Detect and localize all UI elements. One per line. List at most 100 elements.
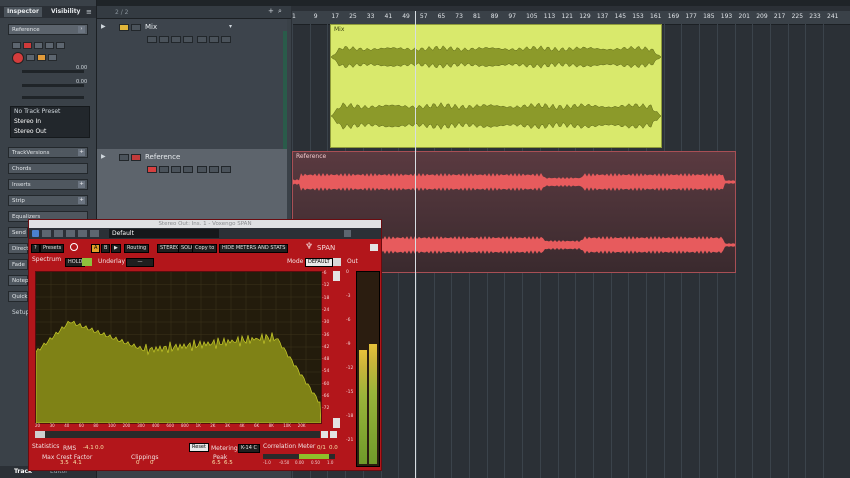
clippings-value-left: 0	[136, 460, 140, 466]
search-icon[interactable]: ⌕	[278, 7, 282, 16]
section-chords[interactable]: Chords	[8, 163, 88, 174]
link-button[interactable]	[183, 166, 193, 173]
spectrum-display[interactable]	[35, 271, 322, 424]
track-name[interactable]: Mix	[145, 23, 157, 31]
volume-slider[interactable]	[22, 70, 84, 73]
zoom-out-icon[interactable]	[321, 431, 328, 438]
power-icon[interactable]	[32, 230, 39, 237]
solo-button[interactable]	[23, 42, 32, 49]
timeline-ruler[interactable]: 1 9 17 25 33 41 49 57 65 73 81 89 97 105 113 121 129 137 1…	[292, 11, 850, 25]
lock-button[interactable]	[171, 166, 181, 173]
setup-label[interactable]: Setup	[12, 309, 29, 316]
chevron-down-icon[interactable]: ▾	[229, 23, 232, 30]
metering-select[interactable]: K-14 C	[238, 444, 261, 453]
read-button[interactable]	[34, 42, 43, 49]
settings-icon[interactable]	[333, 258, 341, 266]
write-button[interactable]	[45, 42, 54, 49]
read-icon[interactable]	[66, 230, 75, 237]
mute-button[interactable]	[12, 42, 21, 49]
section-strip[interactable]: Strip +	[8, 195, 88, 206]
link-button[interactable]	[183, 36, 193, 43]
monitor-button[interactable]	[26, 54, 35, 61]
lanes-button[interactable]	[221, 36, 231, 43]
ruler-bar-label: 113	[543, 13, 556, 20]
undo-icon[interactable]	[70, 243, 78, 251]
ab-a-button[interactable]: A	[91, 244, 101, 253]
scroll-down-icon[interactable]	[333, 418, 340, 428]
chevron-right-icon[interactable]: ›	[78, 26, 85, 33]
track-header-mix[interactable]: ▶ Mix ▾	[97, 19, 287, 150]
solo-button[interactable]	[131, 24, 141, 31]
underlay-select[interactable]: —	[126, 258, 154, 267]
section-fade[interactable]: Fade	[8, 259, 28, 270]
monitor-button[interactable]	[147, 36, 157, 43]
help-button[interactable]: ?	[31, 244, 40, 253]
ruler-bar-label: 121	[561, 13, 573, 20]
monitor-button[interactable]	[147, 166, 157, 173]
playhead-cursor[interactable]	[415, 11, 416, 478]
copy-to-button[interactable]: Copy to	[192, 244, 218, 253]
add-track-icon[interactable]: +	[268, 7, 274, 15]
mute-button[interactable]	[119, 154, 129, 161]
section-direct[interactable]: Direct	[8, 243, 28, 254]
track-name[interactable]: Reference	[145, 153, 180, 161]
timebase-button[interactable]	[37, 54, 46, 61]
track-preset-field[interactable]: No Track Preset	[14, 108, 60, 115]
solo-button[interactable]	[131, 154, 141, 161]
add-icon[interactable]: +	[78, 181, 85, 188]
section-trackversions[interactable]: TrackVersions +	[8, 147, 88, 158]
record-icon[interactable]	[12, 52, 24, 64]
mode-select[interactable]: DEFAULT	[305, 258, 333, 267]
scroll-up-icon[interactable]	[333, 271, 340, 281]
section-send[interactable]: Send	[8, 227, 28, 238]
routing-button[interactable]: Routing	[124, 244, 150, 253]
settings-icon[interactable]	[90, 230, 99, 237]
zoom-in-icon[interactable]	[330, 431, 337, 438]
add-icon[interactable]: +	[78, 197, 85, 204]
horizontal-scrollbar[interactable]	[35, 431, 320, 438]
mode-label: Mode	[287, 258, 304, 265]
lanes-button[interactable]	[48, 54, 57, 61]
pan-slider[interactable]	[22, 84, 84, 87]
record-enable-button[interactable]	[159, 36, 169, 43]
read-button[interactable]	[197, 166, 207, 173]
ab-b-button[interactable]: B	[101, 244, 111, 253]
tab-inspector[interactable]: Inspector	[4, 7, 42, 17]
write-button[interactable]	[209, 36, 219, 43]
collapse-icon[interactable]	[344, 230, 351, 237]
write-icon[interactable]	[78, 230, 87, 237]
record-enable-button[interactable]	[159, 166, 169, 173]
compare-icon[interactable]	[42, 230, 51, 237]
lock-button[interactable]	[171, 36, 181, 43]
menu-icon[interactable]: ≡	[86, 8, 92, 16]
ab-copy-button[interactable]: ▶	[111, 244, 121, 253]
write-button[interactable]	[209, 166, 219, 173]
read-button[interactable]	[197, 36, 207, 43]
expand-icon[interactable]: ▶	[101, 153, 106, 160]
presets-button[interactable]: Presets	[40, 244, 65, 253]
preset-selector[interactable]: Default	[109, 229, 219, 238]
mute-button[interactable]	[119, 24, 129, 31]
inspector-track-name[interactable]: Reference ›	[8, 24, 88, 35]
menu-icon[interactable]	[370, 244, 378, 251]
hide-meters-button[interactable]: HIDE METERS AND STATS	[219, 244, 289, 253]
edit-button[interactable]	[56, 42, 65, 49]
input-routing[interactable]: Stereo In	[14, 118, 41, 125]
add-icon[interactable]: +	[78, 149, 85, 156]
lanes-button[interactable]	[221, 166, 231, 173]
hold-indicator[interactable]	[82, 258, 92, 266]
audio-event-mix[interactable]: Mix	[330, 24, 662, 148]
delay-slider[interactable]	[22, 96, 84, 99]
expand-icon[interactable]: ▶	[101, 23, 106, 30]
section-notepad[interactable]: Notep	[8, 275, 29, 286]
reset-button[interactable]: Reset	[189, 443, 209, 452]
section-quick[interactable]: Quick	[8, 291, 28, 302]
ruler-bar-label: 89	[490, 13, 499, 20]
bypass-icon[interactable]	[54, 230, 63, 237]
plugin-window-title[interactable]: Stereo Out: Ins. 1 - Voxengo SPAN	[29, 220, 381, 228]
metering-label: Metering	[211, 445, 238, 452]
scroll-left-icon[interactable]	[35, 431, 45, 438]
output-routing[interactable]: Stereo Out	[14, 128, 46, 135]
section-inserts[interactable]: Inserts +	[8, 179, 88, 190]
tab-visibility[interactable]: Visibility	[48, 7, 83, 17]
